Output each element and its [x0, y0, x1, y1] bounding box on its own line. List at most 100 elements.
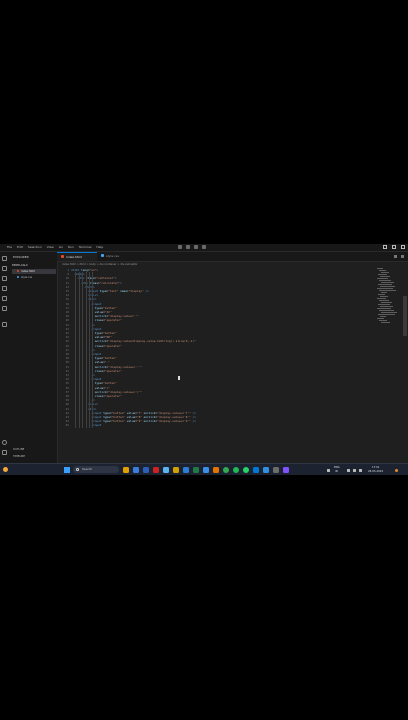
tab-label: index.html [66, 255, 82, 259]
maximize-button[interactable] [392, 245, 396, 249]
menu-item-go[interactable]: Go [59, 245, 63, 250]
minimap-line [377, 298, 386, 299]
testing-icon[interactable] [2, 322, 7, 327]
breadcrumb[interactable]: index.html > html > body > div.container… [62, 263, 138, 266]
toggle-panel-icon[interactable] [186, 245, 190, 249]
minimap-line [377, 278, 388, 279]
source-control-icon[interactable] [2, 276, 7, 281]
word-icon[interactable] [183, 466, 189, 473]
layout-controls [178, 245, 206, 249]
terminal-icon[interactable] [273, 466, 279, 473]
wifi-icon[interactable] [347, 469, 350, 472]
spotify-icon[interactable] [233, 466, 239, 473]
menu-item-file[interactable]: File [7, 245, 12, 250]
menu-item-terminal[interactable]: Terminal [79, 245, 92, 250]
minimap[interactable] [377, 268, 397, 328]
minimap-line [378, 284, 392, 285]
file-item-style[interactable]: style.css [12, 275, 56, 280]
close-button[interactable] [401, 245, 405, 249]
minimap-line [381, 312, 397, 313]
notification-icon[interactable] [395, 469, 398, 472]
excel-icon[interactable] [193, 466, 199, 473]
minimap-line [377, 288, 393, 289]
customize-layout-icon[interactable] [202, 245, 206, 249]
tab-style-css[interactable]: style.css [97, 252, 133, 261]
explorer-title: EXPLORER [13, 255, 29, 259]
code-line[interactable]: class="operator" [95, 369, 122, 373]
menu-item-edit[interactable]: Edit [17, 245, 23, 250]
minimap-line [379, 280, 391, 281]
explorer-icon[interactable] [2, 256, 7, 261]
indent-guide [75, 272, 77, 428]
toggle-secondary-sidebar-icon[interactable] [194, 245, 198, 249]
file-explorer-icon[interactable] [123, 466, 129, 473]
account-icon[interactable] [2, 440, 7, 445]
search-icon[interactable] [2, 266, 7, 271]
whatsapp-icon[interactable] [243, 466, 249, 473]
explorer-sidebar: EXPLORER DEMO-CALC index.html style.css … [9, 252, 58, 466]
code-line[interactable]: class="operator" [95, 344, 122, 348]
chrome-icon[interactable] [223, 466, 229, 473]
language-indicator[interactable]: ENG [334, 466, 340, 469]
minimap-line [380, 286, 395, 287]
gear-icon[interactable] [2, 450, 7, 455]
css-file-icon [17, 276, 19, 278]
telegram-icon[interactable] [253, 466, 259, 473]
code-content[interactable]: <html lang="en"> <body> <div class="contai… [71, 268, 391, 466]
indent-guide [82, 272, 84, 428]
minimap-line [380, 276, 390, 277]
remote-explorer-icon[interactable] [2, 306, 7, 311]
app-icon[interactable] [283, 466, 289, 473]
minimap-line [377, 318, 384, 319]
indent-guide [85, 272, 87, 428]
folder-icon[interactable] [173, 466, 179, 473]
code-line[interactable]: class="operator" [95, 318, 122, 322]
menu-item-selection[interactable]: Selection [28, 245, 42, 250]
timeline-section[interactable]: TIMELINE [13, 455, 25, 458]
battery-icon[interactable] [359, 469, 362, 472]
extensions-icon[interactable] [2, 296, 7, 301]
project-folder[interactable]: DEMO-CALC [12, 264, 28, 267]
photos-icon[interactable] [203, 466, 209, 473]
chevron-up-icon[interactable] [327, 469, 330, 472]
indent-guide [78, 272, 80, 428]
code-line[interactable]: <input type="button" value="9" onclick="… [91, 419, 196, 423]
region-indicator[interactable]: IN [335, 470, 338, 473]
minimap-line [381, 302, 392, 303]
scroll-thumb[interactable] [403, 296, 407, 336]
minimap-line [378, 304, 390, 305]
indent-guide [92, 272, 94, 428]
menu-item-view[interactable]: View [47, 245, 54, 250]
menu-item-run[interactable]: Run [68, 245, 74, 250]
vscode-icon[interactable] [263, 466, 269, 473]
store-icon[interactable] [133, 466, 139, 473]
split-editor-icon[interactable] [394, 255, 397, 258]
title-bar: File Edit Selection View Go Run Terminal Help [0, 244, 408, 252]
tab-label: style.css [106, 254, 119, 258]
minimap-line [377, 268, 383, 269]
powerpoint-icon[interactable] [213, 466, 219, 473]
menu-item-help[interactable]: Help [96, 245, 103, 250]
volume-icon[interactable] [353, 469, 356, 472]
run-debug-icon[interactable] [2, 286, 7, 291]
code-line[interactable]: class="operator" [95, 394, 122, 398]
mail-icon[interactable] [143, 466, 149, 473]
more-actions-icon[interactable] [401, 255, 404, 258]
line-number: 45 [65, 423, 69, 428]
css-file-icon [101, 254, 104, 257]
clock-time[interactable]: 17:01 [372, 466, 379, 469]
edge-icon[interactable] [163, 466, 169, 473]
minimize-button[interactable] [383, 245, 387, 249]
clock-date[interactable]: 28-05-2024 [368, 470, 383, 473]
minimap-line [380, 296, 388, 297]
start-button[interactable] [64, 467, 70, 473]
youtube-icon[interactable] [153, 466, 159, 473]
taskbar-search[interactable]: Search [73, 466, 119, 473]
tab-index-html[interactable]: index.html [57, 252, 97, 261]
outline-section[interactable]: OUTLINE [13, 448, 24, 451]
file-item-index[interactable]: index.html [12, 269, 56, 274]
code-editor[interactable]: 1 8 10 11 12 13 14 15 16 17 18 19 20 21 22 23 24 25 26 27 28… [57, 268, 402, 466]
toggle-sidebar-icon[interactable] [178, 245, 182, 249]
weather-icon[interactable] [3, 467, 8, 472]
editor-scrollbar[interactable] [403, 268, 407, 466]
